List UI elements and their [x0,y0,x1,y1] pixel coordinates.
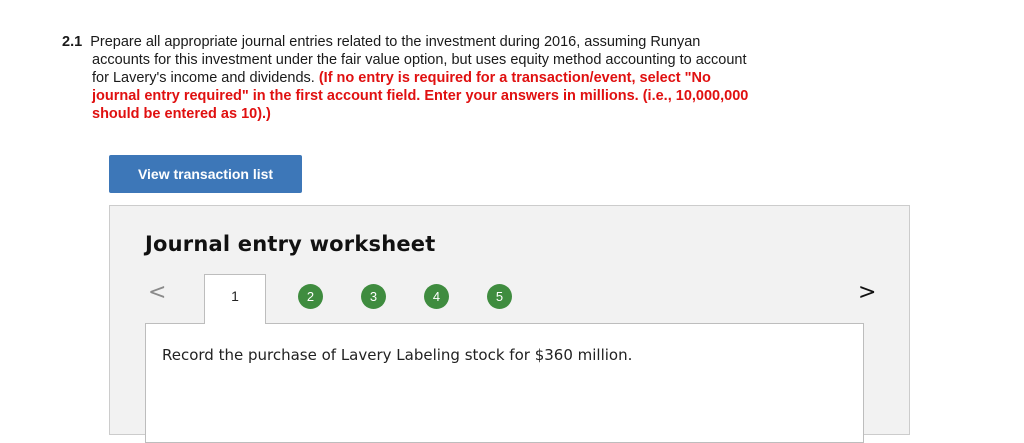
question-line-1: Prepare all appropriate journal entries … [90,34,701,50]
question-number: 2.1 [62,34,83,50]
view-transaction-list-button[interactable]: View transaction list [109,155,302,193]
step-tab-3[interactable]: 3 [361,284,386,309]
worksheet-title: Journal entry worksheet [145,232,436,256]
question-line-3: for Lavery's income and dividends. [92,70,315,86]
step-tab-2[interactable]: 2 [298,284,323,309]
question-text: 2.1 Prepare all appropriate journal entr… [62,33,822,123]
step-tab-1[interactable]: 1 [204,274,266,324]
instruction-line-c: should be entered as 10).) [92,106,271,122]
instruction-line-b: journal entry required" in the first acc… [92,88,749,104]
instruction-line-a: (If no entry is required for a transacti… [318,70,711,86]
step-tab-4[interactable]: 4 [424,284,449,309]
journal-entry-worksheet: Journal entry worksheet < > 1 2 3 4 5 Re… [109,205,910,443]
next-arrow-icon[interactable]: > [858,280,876,305]
entry-panel: Record the purchase of Lavery Labeling s… [145,323,864,443]
entry-prompt: Record the purchase of Lavery Labeling s… [162,346,633,364]
prev-arrow-icon[interactable]: < [148,280,166,305]
question-line-2: accounts for this investment under the f… [92,52,747,68]
step-tab-5[interactable]: 5 [487,284,512,309]
